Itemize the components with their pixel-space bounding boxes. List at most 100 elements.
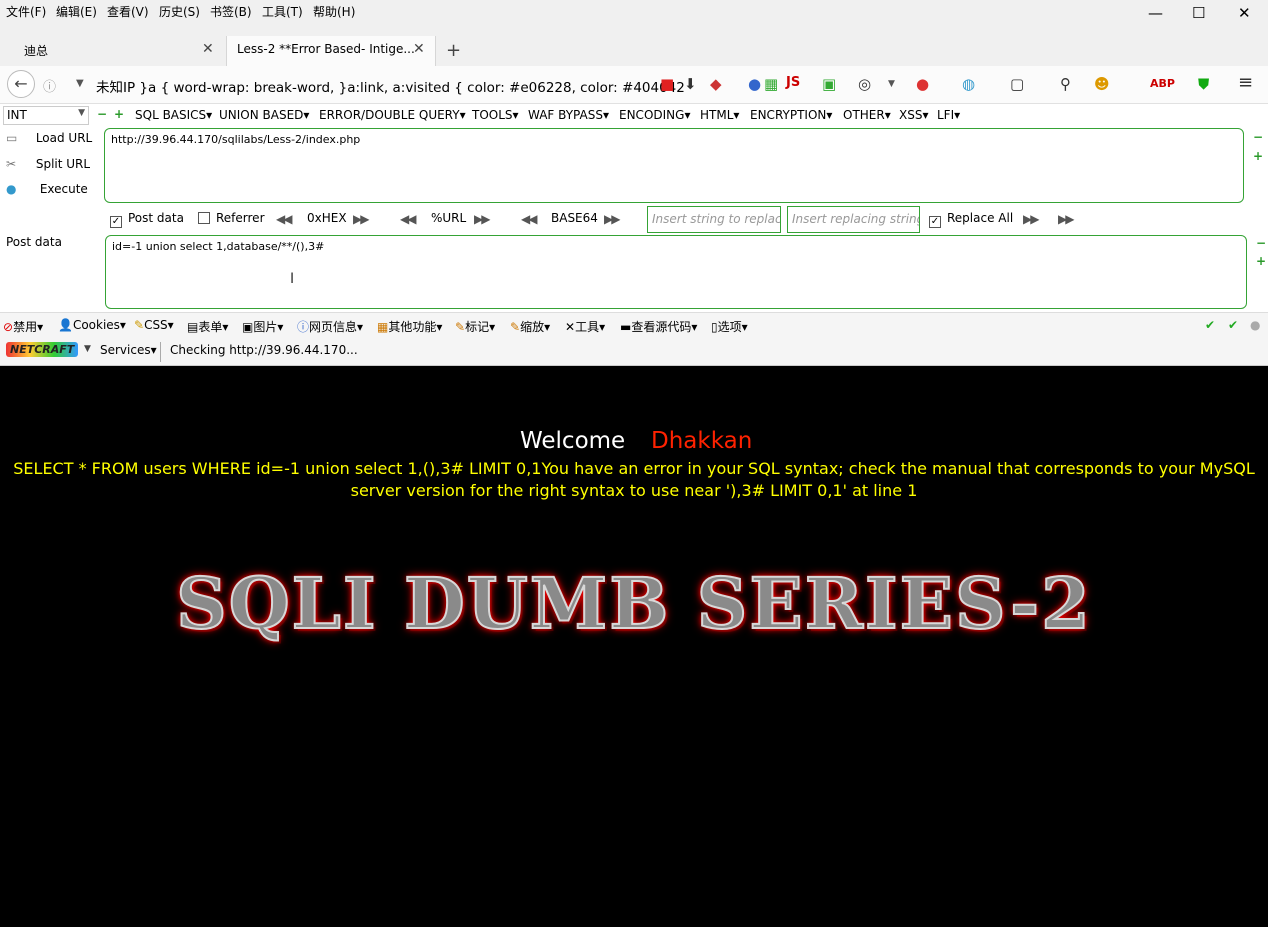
menu-html[interactable]: HTML▾ [700,108,739,122]
maximize-icon[interactable]: ☐ [1192,4,1205,22]
info-icon[interactable]: ⓘ [43,76,56,95]
menu-bookmarks[interactable]: 书签(B) [210,3,252,20]
url-textarea[interactable]: http://39.96.44.170/sqlilabs/Less-2/inde… [104,128,1244,203]
minus-icon[interactable]: − [97,107,107,121]
nav-bar: ← ⓘ ▼ 未知IP }a { word-wrap: break-word, }… [0,66,1268,104]
addon-icon[interactable]: ☻ [1094,75,1110,93]
menu-encryption[interactable]: ENCRYPTION▾ [750,108,832,122]
outline-menu[interactable]: ✎标记▾ [455,318,495,335]
plus-icon[interactable]: + [1253,149,1263,163]
page-info-menu[interactable]: ⓘ网页信息▾ [297,318,363,335]
forms-menu[interactable]: ▤表单▾ [187,318,228,335]
scissors-icon: ✂ [6,157,17,171]
tab-inactive[interactable]: 迪总 ✕ [14,36,224,66]
menu-union-based[interactable]: UNION BASED▾ [219,108,309,122]
tab-label: 迪总 [24,44,49,58]
chevron-down-icon[interactable]: ▼ [76,78,84,89]
js-icon[interactable]: JS [786,75,800,90]
source-icon: ▬ [620,320,632,334]
menu-edit[interactable]: 编辑(E) [56,3,97,20]
tools-menu-label: 工具▾ [575,320,606,334]
menu-file[interactable]: 文件(F) [6,3,46,20]
misc-menu[interactable]: ▦其他功能▾ [377,318,442,335]
replacing-string-input[interactable]: Insert replacing string [787,206,920,233]
menu-tools[interactable]: TOOLS▾ [472,108,519,122]
decode-base64-arrow-icon[interactable]: ◀◀ [521,212,538,226]
replace-arrow-icon[interactable]: ▶▶ [1023,212,1040,226]
tools-menu[interactable]: ✕工具▾ [565,318,605,335]
addon-icon[interactable]: ◆ [710,75,722,93]
replace-arrow-icon[interactable]: ▶▶ [1058,212,1075,226]
menu-waf-bypass[interactable]: WAF BYPASS▾ [528,108,609,122]
services-menu[interactable]: Services▾ [100,343,157,357]
images-menu[interactable]: ▣图片▾ [242,318,283,335]
replace-string-input[interactable]: Insert string to replace [647,206,781,233]
view-source-menu[interactable]: ▬查看源代码▾ [620,318,697,335]
status-circle-icon[interactable]: ● [1250,318,1260,332]
chevron-down-icon: ▼ [78,108,85,118]
menu-lfi[interactable]: LFI▾ [937,108,960,122]
minus-icon[interactable]: − [1253,130,1263,144]
resize-menu[interactable]: ✎缩放▾ [510,318,550,335]
replace-all-checkbox[interactable]: ✓ Replace All [929,211,1013,228]
disable-menu[interactable]: ⊘禁用▾ [3,318,43,335]
chevron-down-icon[interactable]: ▼ [84,344,91,354]
minimize-icon[interactable]: — [1148,4,1163,22]
download-icon[interactable]: ⬇ [684,75,697,93]
options-menu[interactable]: ▯选项▾ [711,318,748,335]
checkmark-icon[interactable]: ✔ [1205,318,1215,332]
addon-icon[interactable]: ● [916,75,929,93]
post-data-textarea[interactable]: id=-1 union select 1,database/**/(),3# [105,235,1247,309]
new-tab-button[interactable]: + [446,40,461,61]
encode-hex-arrow-icon[interactable]: ▶▶ [353,212,370,226]
addon-icon[interactable]: ● [748,75,761,93]
sql-error-message: SELECT * FROM users WHERE id=-1 union se… [13,459,1255,500]
addon-icon[interactable]: ▣ [822,75,836,93]
shield-icon[interactable]: ⛊ [1198,75,1209,93]
menu-sql-basics[interactable]: SQL BASICS▾ [135,108,212,122]
menu-encoding[interactable]: ENCODING▾ [619,108,690,122]
netcraft-logo[interactable]: NETCRAFT [6,342,79,357]
divider [160,342,161,362]
css-menu[interactable]: ✎CSS▾ [134,318,174,332]
menu-view[interactable]: 查看(V) [107,3,149,20]
palette-icon[interactable]: ◎ [858,75,871,93]
encode-url-arrow-icon[interactable]: ▶▶ [474,212,491,226]
hackbar: INT ▼ − + SQL BASICS▾ UNION BASED▾ ERROR… [0,104,1268,312]
referrer-checkbox[interactable]: Referrer [198,211,265,225]
globe-icon[interactable]: ◍ [962,75,975,93]
decode-url-arrow-icon[interactable]: ◀◀ [400,212,417,226]
menu-tools[interactable]: 工具(T) [262,3,303,20]
hamburger-menu-icon[interactable]: ≡ [1238,72,1253,93]
search-icon[interactable]: ⚲ [1060,75,1071,93]
menu-history[interactable]: 历史(S) [159,3,200,20]
menu-help[interactable]: 帮助(H) [313,3,355,20]
windows-icon[interactable]: ▦ [764,75,778,93]
chevron-down-icon[interactable]: ▼ [888,79,895,89]
decode-hex-arrow-icon[interactable]: ◀◀ [276,212,293,226]
encode-base64-arrow-icon[interactable]: ▶▶ [604,212,621,226]
plus-icon[interactable]: + [114,107,124,121]
tab-active[interactable]: Less-2 **Error Based- Intige... ✕ [226,36,436,66]
split-url-button[interactable]: ✂ Split URL [6,157,90,171]
adblock-icon[interactable]: ABP [1150,77,1175,90]
menu-other[interactable]: OTHER▾ [843,108,891,122]
menu-error-double-query[interactable]: ERROR/DOUBLE QUERY▾ [319,108,466,122]
addon-icon[interactable]: ▢ [1010,75,1024,93]
hackbar-type-select[interactable]: INT ▼ [3,106,89,125]
plus-icon[interactable]: + [1256,254,1266,268]
cookies-menu[interactable]: 👤Cookies▾ [58,318,126,332]
options-menu-label: 选项▾ [717,320,748,334]
load-url-button[interactable]: ▭ Load URL [6,131,92,145]
checkmark-icon[interactable]: ✔ [1228,318,1238,332]
base64-label: BASE64 [551,211,598,225]
close-tab-icon[interactable]: ✕ [202,41,214,57]
menu-xss[interactable]: XSS▾ [899,108,928,122]
close-window-icon[interactable]: ✕ [1238,4,1251,22]
back-button[interactable]: ← [7,70,35,98]
minus-icon[interactable]: − [1256,236,1266,250]
close-tab-icon[interactable]: ✕ [413,41,425,57]
execute-button[interactable]: ● Execute [6,182,88,196]
url-bar-text[interactable]: 未知IP }a { word-wrap: break-word, }a:link… [96,76,685,96]
post-data-checkbox[interactable]: ✓ Post data [110,211,184,228]
